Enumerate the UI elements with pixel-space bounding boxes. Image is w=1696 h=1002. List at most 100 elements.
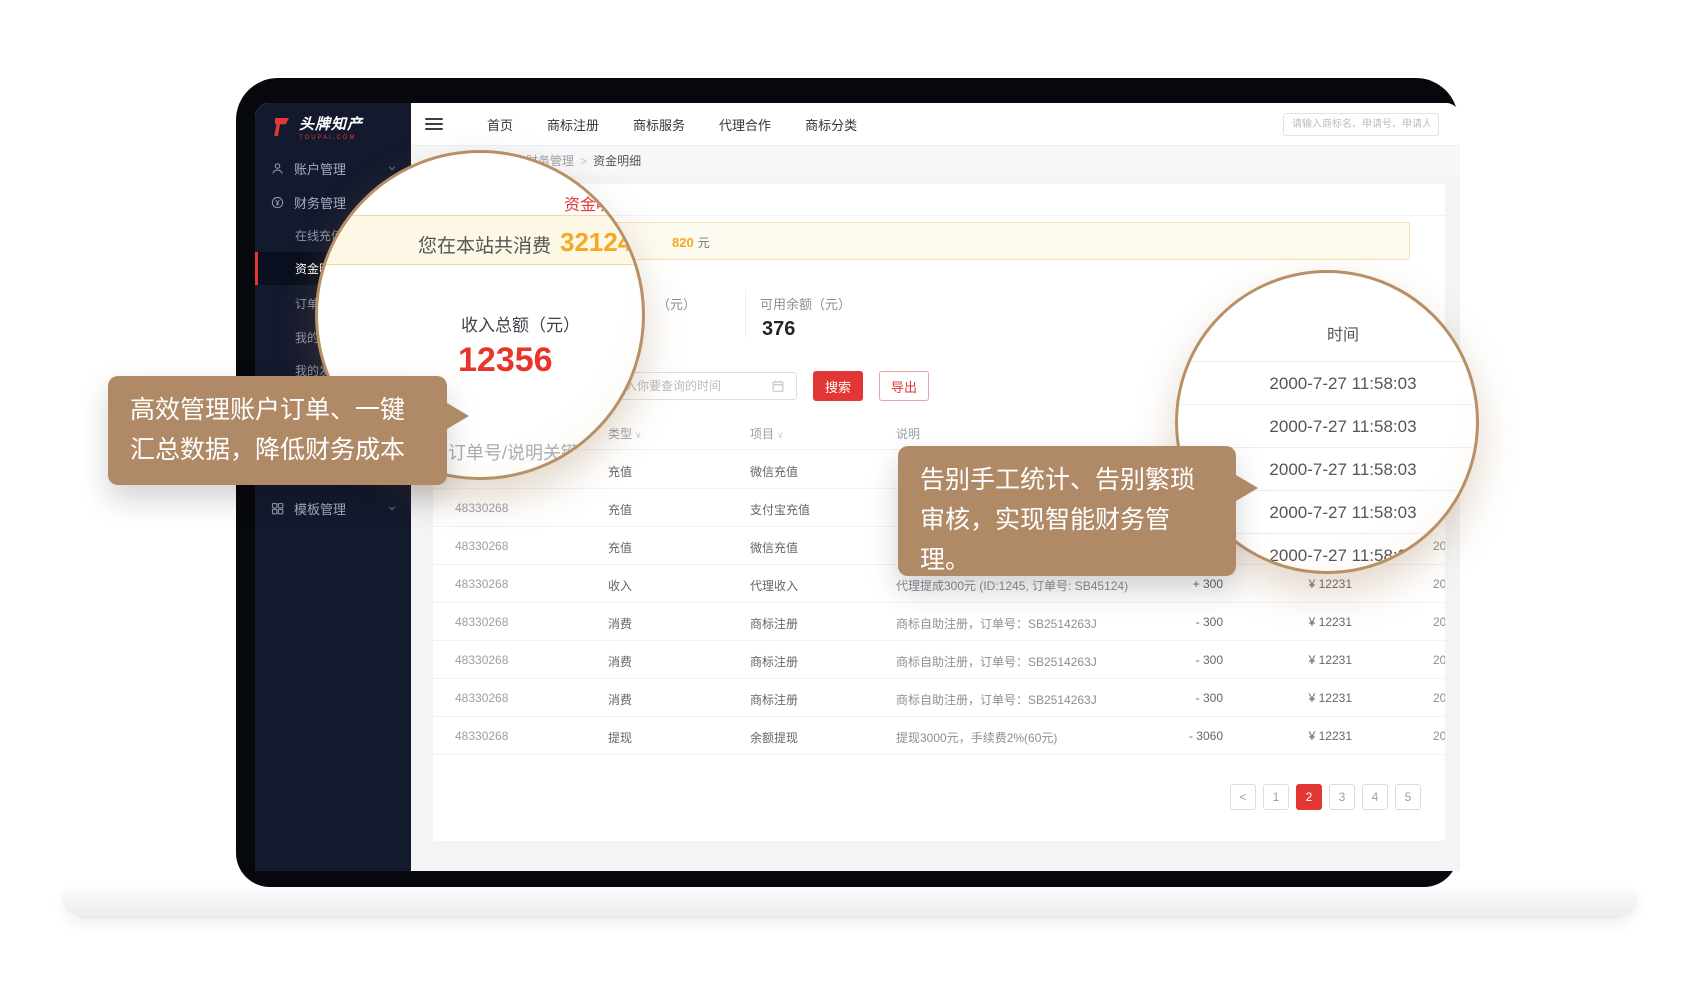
- cell-amount: - 3060: [1189, 729, 1223, 743]
- column-header-desc: 说明: [896, 425, 920, 442]
- pagination-page-2-active[interactable]: 2: [1296, 784, 1322, 810]
- cell-project: 微信充值: [750, 539, 798, 556]
- breadcrumb-current: 资金明细: [593, 152, 641, 169]
- table-row: 48330268 消费 商标注册 商标自助注册，订单号：SB2514263J -…: [433, 679, 1445, 717]
- pagination-page-1[interactable]: 1: [1263, 784, 1289, 810]
- finance-coin-icon: [270, 195, 285, 210]
- callout-pointer-icon: [447, 403, 469, 429]
- breadcrumb: 个人中心 > 财务管理 > 资金明细: [411, 146, 1460, 175]
- callout-text-line: 告别手工统计、告别繁琐: [920, 460, 1214, 500]
- hamburger-menu-icon[interactable]: [425, 118, 443, 130]
- callout-left: 高效管理账户订单、一键 汇总数据，降低财务成本: [108, 376, 447, 485]
- table-row: 48330268 提现 余额提现 提现3000元，手续费2%(60元) - 30…: [433, 717, 1445, 755]
- nav-item-trademark-category[interactable]: 商标分类: [805, 115, 857, 134]
- cell-time: 2000-7-27 11:58:03: [1433, 691, 1445, 705]
- sidebar-item-label: 模板管理: [294, 499, 346, 518]
- callout-text-line: 汇总数据，降低财务成本: [130, 430, 425, 470]
- cell-order: 48330268: [455, 729, 508, 743]
- search-button[interactable]: 搜索: [813, 371, 863, 401]
- topbar: 首页 商标注册 商标服务 代理合作 商标分类: [411, 103, 1460, 146]
- cell-desc: 商标自助注册，订单号：SB2514263J: [896, 615, 1097, 632]
- magnified-time-row: 2000-7-27 11:58:03: [1178, 361, 1479, 404]
- export-button[interactable]: 导出: [879, 371, 929, 401]
- cell-balance: ¥ 12231: [1309, 653, 1352, 667]
- nav-item-agency[interactable]: 代理合作: [719, 115, 771, 134]
- calendar-icon[interactable]: [771, 379, 785, 393]
- cell-desc: 商标自助注册，订单号：SB2514263J: [896, 691, 1097, 708]
- pagination-prev-button[interactable]: <: [1230, 784, 1256, 810]
- user-icon: [270, 161, 285, 176]
- cell-time: 2000-7-27 11:58:03: [1433, 729, 1445, 743]
- stat-divider: [745, 290, 746, 338]
- column-header-type[interactable]: 类型∨: [608, 425, 642, 442]
- trademark-search-input[interactable]: [1283, 113, 1439, 136]
- sidebar-item-template[interactable]: 模板管理: [255, 491, 411, 525]
- callout-text-line: 审核，实现智能财务管: [920, 500, 1214, 540]
- callout-pointer-icon: [1236, 475, 1258, 501]
- sort-caret-icon: ∨: [635, 430, 642, 440]
- magnified-banner-prefix: 您在本站共消费: [418, 231, 551, 258]
- pagination-page-4[interactable]: 4: [1362, 784, 1388, 810]
- magnified-column-header: 订单号/说明关键字: [448, 439, 597, 465]
- sidebar-item-label: 账户管理: [294, 159, 346, 178]
- magnified-income-value: 12356: [458, 341, 553, 380]
- cell-project: 商标注册: [750, 691, 798, 708]
- cell-time: 2000-7-27 11:58:03: [1433, 577, 1445, 591]
- nav-item-trademark-service[interactable]: 商标服务: [633, 115, 685, 134]
- table-row: 48330268 消费 商标注册 商标自助注册，订单号：SB2514263J -…: [433, 641, 1445, 679]
- laptop-base: [62, 889, 1638, 919]
- cell-amount: - 300: [1196, 615, 1223, 629]
- cell-project: 微信充值: [750, 463, 798, 480]
- breadcrumb-separator: >: [580, 154, 587, 168]
- stat-balance-value: 376: [762, 318, 795, 341]
- cell-project: 余额提现: [750, 729, 798, 746]
- sort-caret-icon: ∨: [777, 430, 784, 440]
- cell-project: 支付宝充值: [750, 501, 810, 518]
- cell-order: 48330268: [455, 653, 508, 667]
- cell-type: 消费: [608, 691, 632, 708]
- magnified-time-row: 2000-7-27 11:58:03: [1178, 404, 1479, 447]
- brand-subtitle: TOUPAI.COM: [299, 135, 363, 141]
- cell-project: 代理收入: [750, 577, 798, 594]
- pagination: < 1 2 3 4 5: [1230, 784, 1421, 810]
- table-row: 48330268 消费 商标注册 商标自助注册，订单号：SB2514263J -…: [433, 603, 1445, 641]
- cell-time: 2000-7-27 11:58:03: [1433, 615, 1445, 629]
- cell-order: 48330268: [455, 577, 508, 591]
- cell-type: 收入: [608, 577, 632, 594]
- brand-flag-icon: [269, 115, 293, 139]
- banner-amount-tail: 820元: [672, 234, 710, 251]
- column-header-project[interactable]: 项目∨: [750, 425, 784, 442]
- brand-logo: 头牌知产 TOUPAI.COM: [269, 113, 363, 141]
- cell-order: 48330268: [455, 501, 508, 515]
- cell-type: 消费: [608, 653, 632, 670]
- sidebar-item-label: 财务管理: [294, 193, 346, 212]
- cell-type: 消费: [608, 615, 632, 632]
- cell-desc: 商标自助注册，订单号：SB2514263J: [896, 653, 1097, 670]
- cell-balance: ¥ 12231: [1309, 729, 1352, 743]
- template-grid-icon: [270, 501, 285, 516]
- cell-order: 48330268: [455, 691, 508, 705]
- chevron-down-icon: [387, 503, 397, 513]
- cell-type: 充值: [608, 463, 632, 480]
- cell-amount: - 300: [1196, 691, 1223, 705]
- cell-order: 48330268: [455, 615, 508, 629]
- cell-project: 商标注册: [750, 653, 798, 670]
- cell-balance: ¥ 12231: [1309, 615, 1352, 629]
- cell-type: 充值: [608, 501, 632, 518]
- magnified-banner-value: 32124: [560, 227, 632, 258]
- stat-expense-label-fragment: （元）: [657, 294, 696, 313]
- nav-item-home[interactable]: 首页: [487, 115, 513, 134]
- nav-item-trademark-register[interactable]: 商标注册: [547, 115, 599, 134]
- stat-balance-label: 可用余额（元）: [760, 294, 851, 313]
- cell-balance: ¥ 12231: [1309, 577, 1352, 591]
- cell-desc: 提现3000元，手续费2%(60元): [896, 729, 1057, 746]
- pagination-page-3[interactable]: 3: [1329, 784, 1355, 810]
- cell-order: 48330268: [455, 539, 508, 553]
- magnified-time-header: 时间: [1178, 321, 1479, 345]
- stage: 头牌知产 TOUPAI.COM 账户管理: [0, 0, 1696, 1002]
- callout-text-line: 理。: [920, 540, 1214, 580]
- top-nav: 首页 商标注册 商标服务 代理合作 商标分类: [487, 115, 857, 134]
- pagination-page-5[interactable]: 5: [1395, 784, 1421, 810]
- brand-title: 头牌知产: [299, 113, 363, 134]
- cell-time: 2000-7-27 11:58:03: [1433, 653, 1445, 667]
